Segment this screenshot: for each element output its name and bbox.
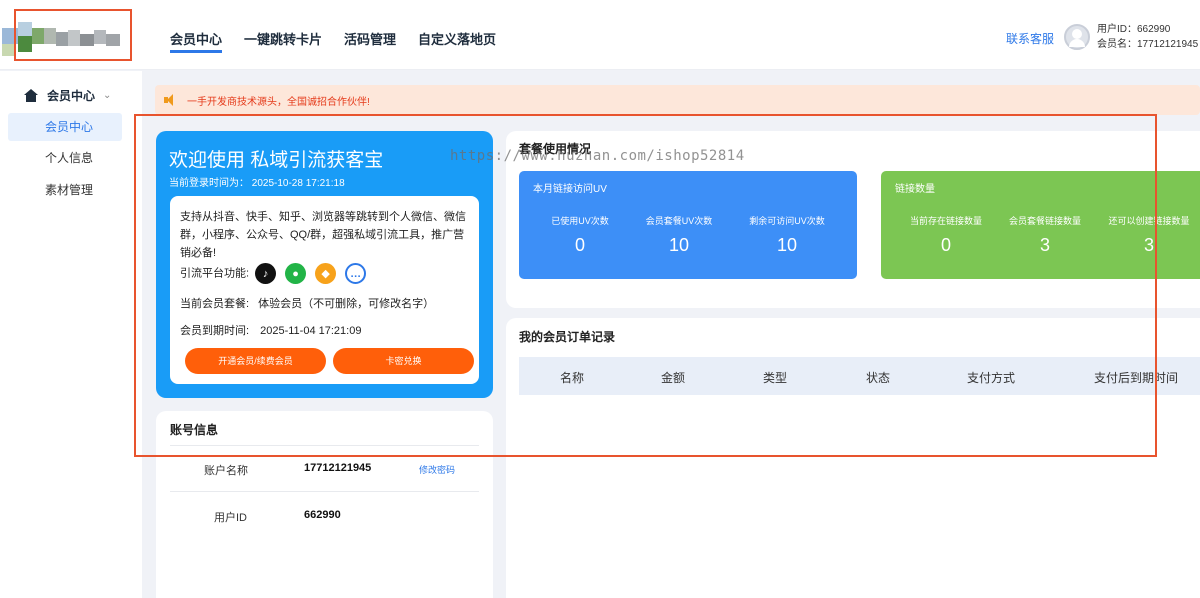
welcome-description: 支持从抖音、快手、知乎、浏览器等跳转到个人微信、微信群，小程序、公众号、QQ/群…	[180, 211, 466, 259]
column-header: 状态	[866, 371, 891, 385]
sidebar-group-member-center[interactable]: 会员中心 ⌄	[24, 87, 111, 104]
platform-row: 引流平台功能: ♪ ● ◆ …	[180, 263, 367, 284]
orders-title: 我的会员订单记录	[519, 330, 616, 344]
main-nav: 会员中心 一键跳转卡片 活码管理 自定义落地页	[170, 0, 496, 70]
logo-highlight-frame	[14, 9, 132, 61]
top-bar: 会员中心 一键跳转卡片 活码管理 自定义落地页 联系客服 用户ID：662990…	[0, 0, 1200, 70]
uv-remaining-stat: 剩余可访问UV次数 10	[732, 214, 842, 256]
column-header: 支付方式	[967, 371, 1016, 385]
wechat-icon: ●	[285, 263, 307, 284]
expire-value: 2025-11-04 17:21:09	[260, 325, 362, 337]
account-name-value: 17712121945	[304, 462, 372, 474]
stat-value: 0	[940, 235, 951, 255]
column-header: 金额	[661, 371, 686, 385]
stat-label: 剩余可访问UV次数	[749, 216, 825, 226]
stat-label: 当前存在链接数量	[909, 216, 982, 226]
chat-icon: …	[345, 263, 367, 284]
platform-label: 引流平台功能:	[180, 267, 250, 280]
orders-panel: 我的会员订单记录 名称 金额 类型 状态 支付方式 支付后到期时间	[506, 318, 1200, 598]
user-id-value: 662990	[304, 509, 341, 521]
stat-label: 还可以创建链接数量	[1108, 216, 1190, 226]
speaker-icon	[164, 94, 178, 106]
user-name-text: 会员名：17712121945	[1097, 39, 1199, 50]
contact-service-link[interactable]: 联系客服	[1006, 30, 1054, 47]
expire-row: 会员到期时间: 2025-11-04 17:21:09	[180, 322, 361, 338]
plan-label: 当前会员套餐:	[180, 298, 250, 310]
link-remaining-stat: 还可以创建链接数量 3	[1094, 214, 1200, 256]
link-plan-stat: 会员套餐链接数量 3	[990, 214, 1100, 256]
sidebar-item-profile[interactable]: 个人信息	[8, 144, 122, 172]
notice-text: 一手开发商技术源头，全国诚招合作伙伴!	[187, 96, 370, 108]
uv-plan-stat: 会员套餐UV次数 10	[624, 214, 734, 256]
account-card: 账号信息 账户名称 17712121945 修改密码 用户ID 662990	[156, 411, 493, 598]
uv-card-title: 本月链接访问UV	[533, 184, 607, 195]
sidebar-item-materials[interactable]: 素材管理	[8, 176, 122, 204]
stat-label: 已使用UV次数	[551, 216, 609, 226]
expire-label: 会员到期时间:	[180, 325, 250, 337]
stat-label: 会员套餐链接数量	[1008, 216, 1081, 226]
divider	[170, 491, 479, 492]
plan-value: 体验会员（不可删除，可修改名字）	[258, 298, 435, 310]
stat-value: 0	[574, 235, 585, 255]
open-membership-button[interactable]: 开通会员/续费会员	[185, 348, 326, 374]
home-icon	[24, 89, 38, 102]
nav-member-center[interactable]: 会员中心	[170, 0, 223, 70]
sidebar-group-label: 会员中心	[47, 89, 96, 103]
user-id-text: 用户ID：662990	[1097, 24, 1171, 35]
column-header: 类型	[763, 371, 788, 385]
nav-landing-page[interactable]: 自定义落地页	[418, 0, 496, 70]
column-header: 名称	[560, 371, 585, 385]
welcome-title: 欢迎使用 私域引流获客宝	[169, 150, 384, 171]
welcome-info-panel: 支持从抖音、快手、知乎、浏览器等跳转到个人微信、微信群，小程序、公众号、QQ/群…	[170, 196, 479, 384]
usage-title: 套餐使用情况	[519, 142, 592, 156]
nav-jump-card[interactable]: 一键跳转卡片	[244, 0, 322, 70]
sidebar: 会员中心 ⌄ 会员中心 个人信息 素材管理	[0, 71, 142, 598]
user-info: 用户ID：662990 会员名：17712121945	[1097, 22, 1198, 52]
link-stats-card: 链接数量 当前存在链接数量 0 会员套餐链接数量 3 还可以创建链接数量 3	[881, 171, 1200, 279]
tiktok-icon: ♪	[255, 263, 277, 284]
stat-value: 10	[776, 235, 798, 255]
link-card-title: 链接数量	[895, 184, 935, 195]
account-title: 账号信息	[170, 423, 219, 437]
stat-value: 3	[1039, 235, 1050, 255]
stat-value: 10	[668, 235, 690, 255]
nav-live-code[interactable]: 活码管理	[344, 0, 396, 70]
link-current-stat: 当前存在链接数量 0	[891, 214, 1001, 256]
qq-icon: ◆	[315, 263, 337, 284]
plan-row: 当前会员套餐: 体验会员（不可删除，可修改名字）	[180, 295, 434, 311]
notice-bar: 一手开发商技术源头，全国诚招合作伙伴!	[155, 85, 1200, 115]
column-header: 支付后到期时间	[1094, 371, 1179, 385]
card-redeem-button[interactable]: 卡密兑换	[333, 348, 474, 374]
chevron-down-icon: ⌄	[103, 90, 112, 101]
welcome-card: 欢迎使用 私域引流获客宝 当前登录时间为： 2025-10-28 17:21:1…	[156, 131, 493, 398]
stat-value: 3	[1143, 235, 1154, 255]
divider	[170, 445, 479, 446]
package-usage-panel: 套餐使用情况 本月链接访问UV 已使用UV次数 0 会员套餐UV次数 10 剩余…	[506, 131, 1200, 308]
user-id-label: 用户ID	[214, 512, 247, 524]
sidebar-item-member-center[interactable]: 会员中心	[8, 113, 122, 141]
avatar[interactable]	[1064, 24, 1090, 50]
uv-stats-card: 本月链接访问UV 已使用UV次数 0 会员套餐UV次数 10 剩余可访问UV次数…	[519, 171, 857, 279]
stat-label: 会员套餐UV次数	[645, 216, 713, 226]
change-password-link[interactable]: 修改密码	[419, 463, 455, 476]
uv-used-stat: 已使用UV次数 0	[525, 214, 635, 256]
account-name-label: 账户名称	[204, 465, 248, 477]
login-time: 当前登录时间为： 2025-10-28 17:21:18	[169, 178, 345, 189]
orders-table-header: 名称 金额 类型 状态 支付方式 支付后到期时间	[519, 357, 1200, 395]
